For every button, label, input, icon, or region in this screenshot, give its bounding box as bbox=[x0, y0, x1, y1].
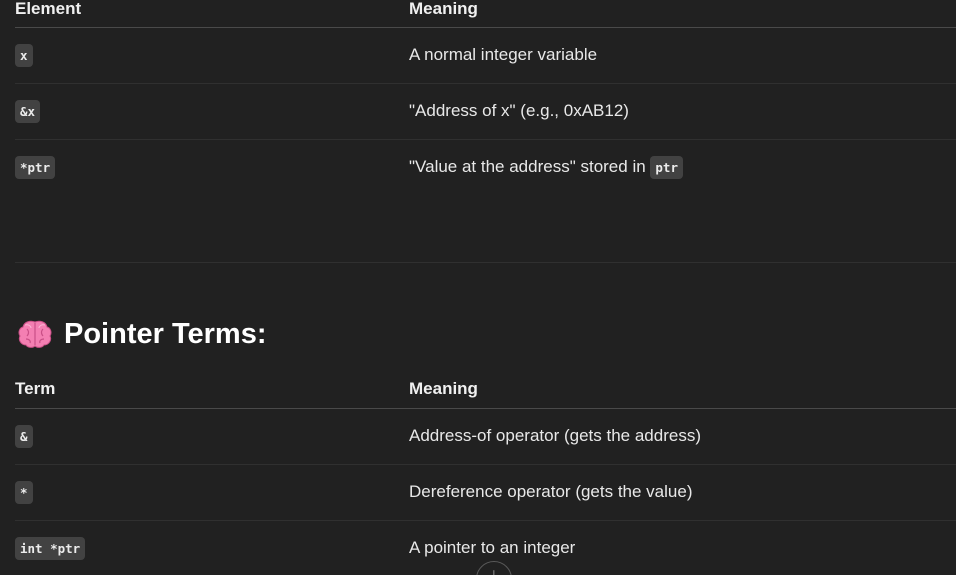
element-cell: *ptr bbox=[15, 139, 409, 195]
meaning-text: "Value at the address" stored in bbox=[409, 157, 646, 177]
header-meaning: Meaning bbox=[409, 378, 478, 398]
inline-code: x bbox=[15, 44, 33, 67]
arrow-down-icon: ↓ bbox=[490, 565, 498, 575]
inline-code: ptr bbox=[650, 156, 683, 180]
inline-code: int *ptr bbox=[15, 537, 86, 561]
element-meaning-table: Element Meaning x A normal integer varia… bbox=[15, 0, 956, 195]
meaning-cell: Address-of operator (gets the address) bbox=[409, 426, 701, 445]
meaning-cell: "Address of x" (e.g., 0xAB12) bbox=[409, 101, 629, 120]
header-element: Element bbox=[15, 0, 82, 18]
meaning-cell: A normal integer variable bbox=[409, 45, 598, 64]
term-cell: & bbox=[15, 408, 409, 464]
element-cell: x bbox=[15, 27, 409, 83]
table-header-row: Element Meaning bbox=[15, 0, 956, 27]
inline-code: * bbox=[15, 481, 33, 504]
table-row: *ptr "Value at the address" stored in pt… bbox=[15, 139, 956, 195]
chat-message-content: Element Meaning x A normal integer varia… bbox=[0, 0, 956, 575]
table-row: * Dereference operator (gets the value) bbox=[15, 464, 956, 520]
inline-code: *ptr bbox=[15, 156, 56, 180]
inline-code: &x bbox=[15, 100, 41, 123]
pointer-terms-table: Term Meaning & Address-of operator (gets… bbox=[15, 370, 956, 575]
table-header-row: Term Meaning bbox=[15, 370, 956, 408]
header-term: Term bbox=[15, 378, 56, 398]
element-cell: &x bbox=[15, 83, 409, 139]
inline-code: & bbox=[15, 425, 33, 448]
term-cell: int *ptr bbox=[15, 520, 409, 575]
brain-icon bbox=[18, 319, 52, 349]
header-meaning: Meaning bbox=[409, 0, 478, 18]
section-heading: Pointer Terms: bbox=[18, 314, 267, 354]
table-row: & Address-of operator (gets the address) bbox=[15, 408, 956, 464]
table-row: &x "Address of x" (e.g., 0xAB12) bbox=[15, 83, 956, 139]
term-cell: * bbox=[15, 464, 409, 520]
meaning-cell: Dereference operator (gets the value) bbox=[409, 482, 693, 501]
table-row: x A normal integer variable bbox=[15, 27, 956, 83]
section-title: Pointer Terms: bbox=[64, 317, 267, 350]
meaning-cell: "Value at the address" stored in ptr bbox=[409, 139, 956, 195]
section-divider bbox=[15, 262, 956, 263]
